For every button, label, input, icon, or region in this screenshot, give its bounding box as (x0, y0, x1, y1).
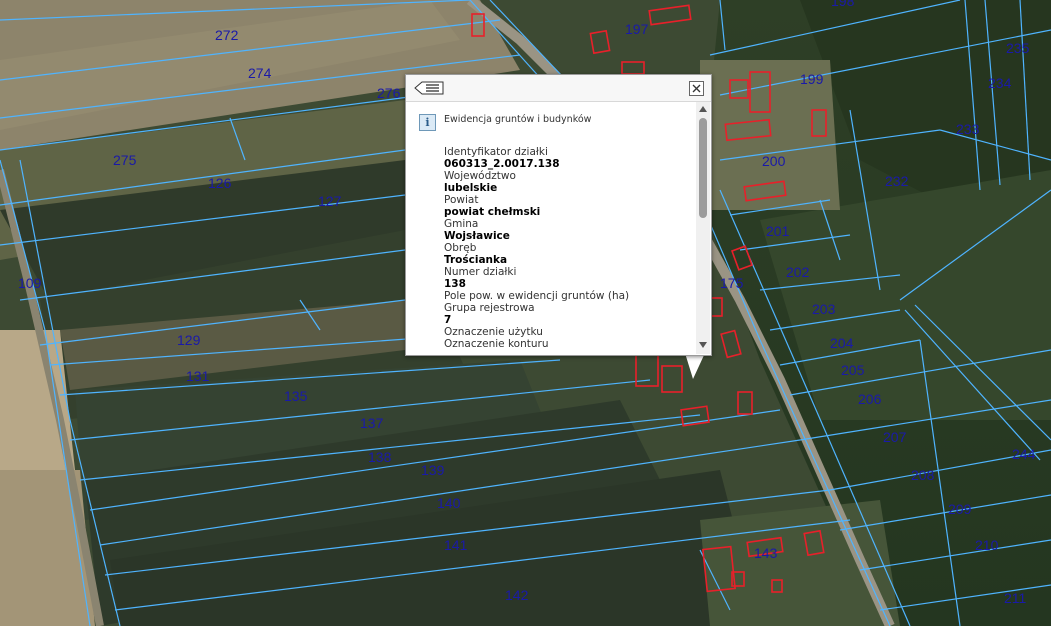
parcel-number-label: 275 (113, 152, 137, 168)
field-label: Gmina (444, 218, 479, 230)
parcel-number-label: 200 (762, 153, 786, 169)
parcel-number-label: 138 (368, 449, 392, 465)
field-value: 060313_2.0017.138 (444, 158, 560, 170)
field-value: 7 (444, 314, 452, 326)
parcel-number-label: 175 (720, 275, 744, 291)
parcel-number-label: 232 (885, 173, 909, 189)
field-value: 138 (444, 278, 466, 290)
parcel-number-label: 127 (318, 193, 342, 209)
parcel-number-label: 208 (911, 467, 935, 483)
scroll-up-arrow-icon[interactable] (699, 106, 707, 112)
field-label: Powiat (444, 194, 479, 206)
parcel-number-label: 143 (754, 545, 778, 561)
popup-header (406, 75, 711, 102)
info-icon: i (419, 114, 436, 131)
parcel-number-label: 276 (377, 85, 401, 101)
scroll-thumb[interactable] (699, 118, 707, 218)
parcel-number-label: 139 (421, 462, 445, 478)
field-label: Oznaczenie konturu (444, 338, 549, 350)
parcel-number-label: 140 (437, 495, 461, 511)
field-value: powiat chełmski (444, 206, 541, 218)
parcel-number-label: 129 (177, 332, 201, 348)
parcel-number-label: 205 (841, 362, 865, 378)
parcel-number-label: 126 (208, 175, 232, 191)
list-icon (414, 81, 444, 95)
parcel-number-label: 202 (786, 264, 810, 280)
close-icon (692, 84, 701, 93)
field-label: Oznaczenie użytku (444, 326, 543, 338)
parcel-number-label: 234 (988, 75, 1012, 91)
attribute-list: Identyfikator działki 060313_2.0017.138 … (444, 146, 689, 350)
parcel-number-label: 142 (505, 587, 529, 603)
parcel-number-label: 137 (360, 415, 384, 431)
parcel-number-label: 141 (444, 537, 468, 553)
parcel-number-label: 207 (883, 429, 907, 445)
parcel-number-label: 197 (625, 21, 649, 37)
field-value: Wojsławice (444, 230, 510, 242)
field-label: Numer działki (444, 266, 517, 278)
parcel-number-label: 131 (186, 368, 210, 384)
field-label: Grupa rejestrowa (444, 302, 535, 314)
parcel-number-label: 135 (284, 388, 308, 404)
feature-info-popup: i Ewidencja gruntów i budynków Identyfik… (405, 74, 712, 356)
parcel-number-label: 233 (956, 121, 980, 137)
field-label: Województwo (444, 170, 516, 182)
popup-pointer (685, 353, 705, 379)
list-button[interactable] (414, 80, 444, 95)
popup-scrollbar[interactable] (696, 102, 710, 354)
parcel-number-label: 244 (1012, 446, 1036, 462)
field-label: Obręb (444, 242, 477, 254)
parcel-number-label: 274 (248, 65, 272, 81)
parcel-number-label: 198 (831, 0, 855, 9)
field-label: Pole pow. w ewidencji gruntów (ha) (444, 290, 630, 302)
parcel-number-label: 204 (830, 335, 854, 351)
parcel-number-label: 272 (215, 27, 239, 43)
parcel-number-label: 203 (812, 301, 836, 317)
parcel-number-label: 201 (766, 223, 790, 239)
parcel-number-label: 199 (800, 71, 824, 87)
parcel-number-label: 209 (948, 501, 972, 517)
section-title: Ewidencja gruntów i budynków (444, 114, 592, 125)
parcel-number-label: 210 (975, 537, 999, 553)
field-value: Trościanka (444, 254, 508, 266)
parcel-number-label: 206 (858, 391, 882, 407)
close-button[interactable] (689, 81, 704, 96)
popup-content: i Ewidencja gruntów i budynków Identyfik… (406, 102, 695, 354)
field-value: lubelskie (444, 182, 498, 194)
field-label: Identyfikator działki (444, 146, 548, 158)
scroll-down-arrow-icon[interactable] (699, 342, 707, 348)
parcel-number-label: 109 (18, 275, 42, 291)
parcel-number-label: 235 (1006, 40, 1030, 56)
parcel-number-label: 211 (1004, 590, 1027, 606)
